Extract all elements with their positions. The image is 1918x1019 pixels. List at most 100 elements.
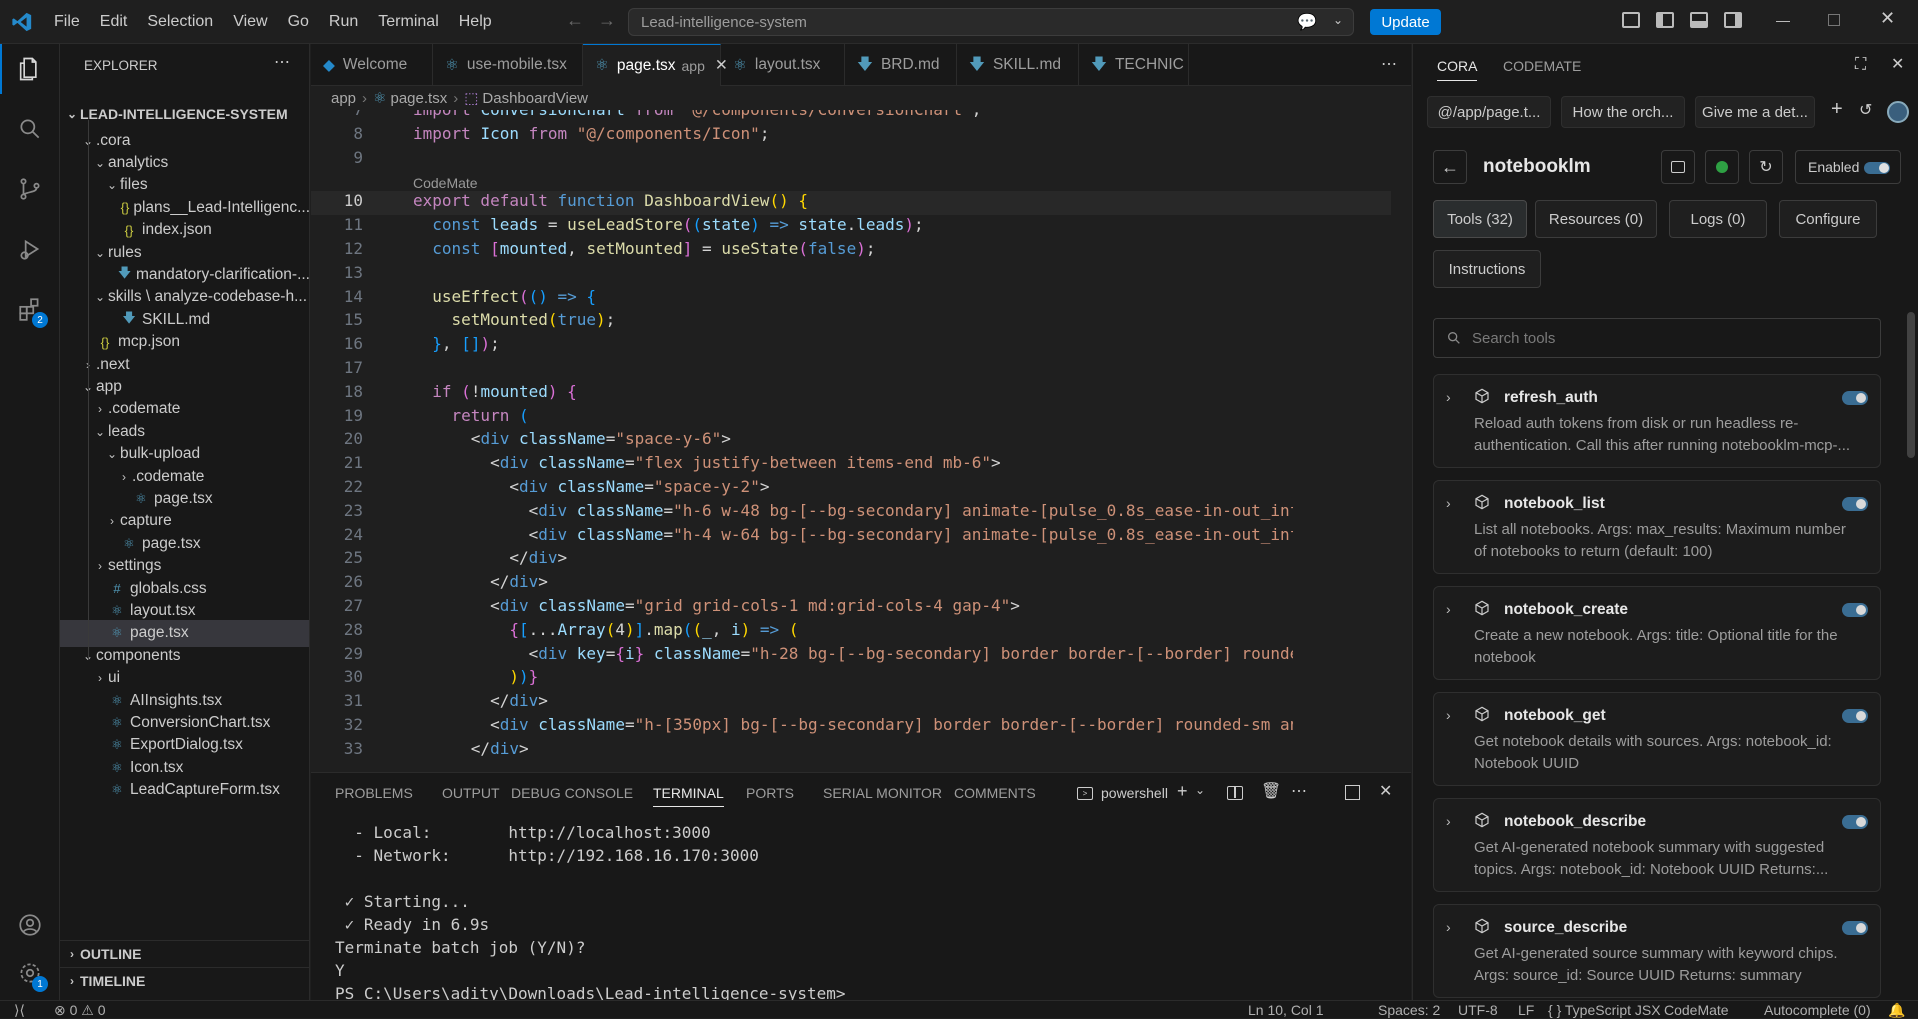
filter-configure[interactable]: Configure (1779, 200, 1877, 238)
menu-go[interactable]: Go (278, 13, 319, 31)
menu-file[interactable]: File (44, 13, 90, 31)
panel-tab-output[interactable]: OUTPUT (442, 785, 500, 801)
more-actions-icon[interactable]: ⋯ (274, 52, 290, 72)
back-arrow-icon[interactable]: ← (566, 10, 584, 31)
outline-section[interactable]: › OUTLINE (60, 940, 309, 967)
breadcrumb-item[interactable]: app (331, 90, 356, 107)
tool-toggle[interactable] (1842, 815, 1868, 829)
tool-card[interactable]: › notebook_describe Get AI-generated noteb… (1433, 798, 1881, 892)
toggle-sidebar-icon[interactable] (1656, 12, 1674, 28)
source-control-icon[interactable] (0, 164, 60, 214)
avatar[interactable] (1887, 101, 1909, 123)
cora-tab-codemate[interactable]: CODEMATE (1503, 58, 1581, 74)
maximize-panel-icon[interactable] (1345, 785, 1360, 800)
panel-tab-comments[interactable]: COMMENTS (954, 785, 1036, 801)
minimize-icon[interactable] (1776, 21, 1790, 22)
menu-terminal[interactable]: Terminal (368, 13, 448, 31)
context-chip[interactable]: How the orch... (1561, 96, 1685, 128)
terminal-view-button[interactable] (1661, 150, 1695, 184)
codemate-status[interactable]: CodeMate (1664, 1002, 1729, 1018)
tool-card[interactable]: › notebook_list List all notebooks. Args: … (1433, 480, 1881, 574)
trash-icon[interactable]: 🗑 (1261, 781, 1281, 801)
workspace-root[interactable]: ⌄ LEAD-INTELLIGENCE-SYSTEM (60, 100, 309, 127)
history-icon[interactable]: ↺ (1859, 100, 1872, 120)
breadcrumb-item[interactable]: page.tsx (390, 90, 447, 107)
chevron-right-icon[interactable]: › (1446, 495, 1451, 511)
context-chip[interactable]: @/app/page.t... (1427, 96, 1551, 128)
encoding[interactable]: UTF-8 (1458, 1002, 1498, 1018)
timeline-section[interactable]: › TIMELINE (60, 967, 309, 994)
panel-tab-problems[interactable]: PROBLEMS (335, 785, 413, 801)
chevron-right-icon[interactable]: › (1446, 601, 1451, 617)
tab-welcome[interactable]: ◆ Welcome (311, 44, 433, 86)
menu-view[interactable]: View (223, 13, 277, 31)
chevron-down-icon[interactable]: ⌄ (1333, 13, 1343, 27)
explorer-files-icon[interactable] (0, 44, 60, 94)
autocomplete-status[interactable]: Autocomplete (0) (1764, 1002, 1871, 1018)
context-chip[interactable]: Give me a det... (1695, 96, 1815, 128)
menu-selection[interactable]: Selection (137, 13, 223, 31)
language-mode[interactable]: { } TypeScript JSX (1548, 1002, 1661, 1018)
indentation[interactable]: Spaces: 2 (1378, 1002, 1440, 1018)
toggle-secondary-sidebar-icon[interactable] (1724, 12, 1742, 28)
tool-card[interactable]: › notebook_get Get notebook details with s… (1433, 692, 1881, 786)
search-icon[interactable] (0, 104, 60, 154)
panel-tab-ports[interactable]: PORTS (746, 785, 794, 801)
filter-instructions[interactable]: Instructions (1433, 250, 1541, 288)
line-ending[interactable]: LF (1518, 1002, 1534, 1018)
back-button[interactable]: ← (1433, 150, 1467, 184)
tab-brd-md[interactable]: 🡇 BRD.md (845, 44, 957, 86)
filter-tools[interactable]: Tools (32) (1433, 200, 1527, 238)
filter-resources[interactable]: Resources (0) (1535, 200, 1657, 238)
tab-technic[interactable]: 🡇 TECHNIC (1079, 44, 1189, 86)
errors-indicator[interactable]: ⊗ 0 ⚠ 0 (54, 1002, 106, 1019)
tab-page-tsx[interactable]: ⚛ page.tsx app ✕ (583, 44, 728, 86)
filter-logs[interactable]: Logs (0) (1669, 200, 1767, 238)
tool-toggle[interactable] (1842, 391, 1868, 405)
code-editor[interactable]: 7 import ConversionChart from "@/componen… (311, 110, 1411, 772)
tree-item[interactable]: ⚛ LeadCaptureForm.tsx (60, 777, 309, 804)
layout-customize-icon[interactable] (1622, 12, 1640, 28)
run-debug-icon[interactable] (0, 224, 60, 274)
tool-toggle[interactable] (1842, 709, 1868, 723)
chat-icon[interactable]: 💬 (1297, 12, 1317, 32)
forward-arrow-icon[interactable]: → (598, 10, 616, 31)
tab-use-mobile-tsx[interactable]: ⚛ use-mobile.tsx (433, 44, 583, 86)
terminal-profile[interactable]: > powershell (1077, 785, 1168, 801)
breadcrumb-item[interactable]: DashboardView (482, 90, 588, 107)
close-cora-icon[interactable]: ✕ (1891, 54, 1904, 74)
maximize-icon[interactable]: ⛶ (1855, 56, 1866, 74)
tool-card[interactable]: › refresh_auth Reload auth tokens from dis… (1433, 374, 1881, 468)
remote-icon[interactable]: ⟩⟨ (14, 1002, 25, 1019)
panel-more-icon[interactable]: ⋯ (1291, 781, 1307, 801)
extensions-icon[interactable]: 2 (0, 284, 60, 334)
status-button[interactable] (1705, 150, 1739, 184)
chevron-right-icon[interactable]: › (1446, 813, 1451, 829)
split-terminal-icon[interactable] (1227, 786, 1243, 800)
settings-gear-icon[interactable]: 1 (0, 948, 60, 998)
chevron-right-icon[interactable]: › (1446, 389, 1451, 405)
cursor-position[interactable]: Ln 10, Col 1 (1248, 1002, 1324, 1018)
menu-run[interactable]: Run (319, 13, 368, 31)
panel-tab-serial-monitor[interactable]: SERIAL MONITOR (823, 785, 942, 801)
menu-help[interactable]: Help (449, 13, 502, 31)
tabs-overflow-icon[interactable]: ⋯ (1381, 54, 1397, 74)
tool-card[interactable]: › notebook_create Create a new notebook. A… (1433, 586, 1881, 680)
panel-tab-debug-console[interactable]: DEBUG CONSOLE (511, 785, 633, 801)
restore-icon[interactable] (1828, 14, 1840, 26)
close-panel-icon[interactable]: ✕ (1379, 781, 1392, 801)
terminal-dropdown-icon[interactable]: ⌄ (1195, 783, 1205, 797)
chevron-right-icon[interactable]: › (1446, 707, 1451, 723)
tool-toggle[interactable] (1842, 921, 1868, 935)
command-center-search[interactable]: Lead-intelligence-system 💬 ⌄ (628, 8, 1354, 36)
tab-layout-tsx[interactable]: ⚛ layout.tsx (721, 44, 845, 86)
close-window-icon[interactable]: ✕ (1880, 8, 1895, 29)
notifications-bell-icon[interactable]: 🔔 (1888, 1002, 1905, 1019)
toggle-panel-icon[interactable] (1690, 12, 1708, 28)
scrollbar[interactable] (1907, 312, 1915, 458)
enabled-toggle[interactable]: Enabled (1795, 150, 1901, 184)
new-terminal-icon[interactable]: + (1177, 781, 1188, 802)
cora-tab-cora[interactable]: CORA (1437, 58, 1478, 81)
account-icon[interactable] (0, 900, 60, 950)
refresh-button[interactable]: ↻ (1749, 150, 1783, 184)
